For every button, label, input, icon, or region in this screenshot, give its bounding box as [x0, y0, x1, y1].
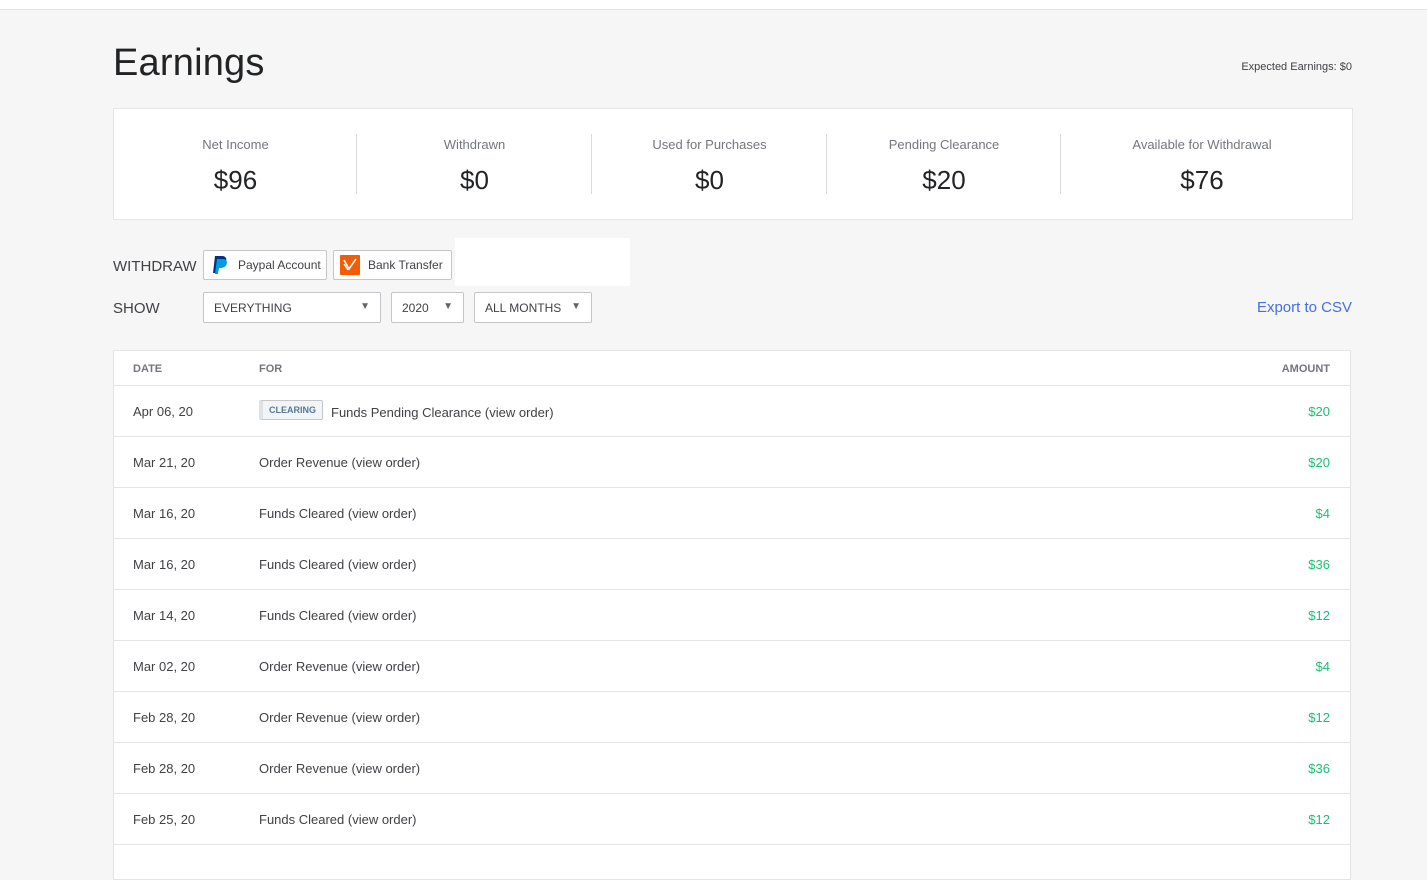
top-divider — [0, 9, 1427, 10]
bank-transfer-button[interactable]: Bank Transfer — [333, 250, 452, 280]
view-order-link[interactable]: Order Revenue (view order) — [259, 761, 420, 776]
table-header: DATE FOR AMOUNT — [114, 351, 1350, 386]
stat-net-income: Net Income $96 — [114, 109, 357, 219]
stat-value: $0 — [695, 165, 724, 195]
chevron-down-icon: ▼ — [360, 301, 370, 312]
table-row: Apr 06, 20 CLEARING Funds Pending Clearanc… — [114, 386, 1350, 437]
blank-panel — [455, 238, 630, 286]
year-filter-select[interactable]: 2020 ▼ — [391, 292, 464, 323]
row-amount: $12 — [1308, 710, 1330, 725]
withdraw-label: WITHDRAW — [113, 258, 197, 275]
stat-label: Pending Clearance — [888, 137, 1000, 152]
stat-available-for-withdrawal: Available for Withdrawal $76 — [1061, 109, 1343, 219]
table-row: Feb 28, 20 Order Revenue (view order) $36 — [114, 743, 1350, 794]
row-amount: $4 — [1315, 506, 1330, 521]
view-order-link[interactable]: Funds Cleared (view order) — [259, 557, 417, 572]
row-description: Funds Cleared (view order) — [259, 812, 417, 827]
table-row: Mar 16, 20 Funds Cleared (view order) $36 — [114, 539, 1350, 590]
expected-earnings: Expected Earnings: $0 — [1241, 61, 1352, 73]
column-header-for: FOR — [259, 363, 283, 375]
table-row: Mar 14, 20 Funds Cleared (view order) $12 — [114, 590, 1350, 641]
table-row: Feb 25, 20 Funds Cleared (view order) $12 — [114, 794, 1350, 845]
row-amount: $12 — [1308, 608, 1330, 623]
view-order-link[interactable]: Funds Cleared (view order) — [259, 812, 417, 827]
month-filter-value: ALL MONTHS — [485, 300, 562, 315]
stat-label: Used for Purchases — [652, 137, 767, 152]
row-amount: $12 — [1308, 812, 1330, 827]
stat-label: Available for Withdrawal — [1132, 137, 1272, 152]
row-date: Feb 28, 20 — [133, 761, 196, 776]
row-amount: $36 — [1308, 761, 1330, 776]
row-description: Order Revenue (view order) — [259, 761, 420, 776]
row-date: Mar 02, 20 — [133, 659, 196, 674]
column-header-amount: AMOUNT — [1281, 363, 1330, 375]
month-filter-select[interactable]: ALL MONTHS ▼ — [474, 292, 592, 323]
earnings-summary: Net Income $96 Withdrawn $0 Used for Pur… — [113, 108, 1353, 220]
row-description: Funds Cleared (view order) — [259, 557, 417, 572]
row-description: Funds Cleared (view order) — [259, 608, 417, 623]
show-label: SHOW — [113, 300, 160, 317]
stat-value: $76 — [1180, 165, 1224, 195]
year-filter-value: 2020 — [402, 300, 429, 315]
chevron-down-icon: ▼ — [443, 301, 453, 312]
row-amount: $4 — [1315, 659, 1330, 674]
page-title: Earnings — [113, 42, 265, 84]
table-row: Mar 02, 20 Order Revenue (view order) $4 — [114, 641, 1350, 692]
row-amount: $20 — [1308, 404, 1330, 419]
bank-transfer-label: Bank Transfer — [368, 258, 443, 272]
row-date: Mar 14, 20 — [133, 608, 196, 623]
column-header-date: DATE — [133, 363, 163, 375]
export-csv-link[interactable]: Export to CSV — [1257, 299, 1352, 316]
paypal-icon — [210, 255, 230, 275]
view-order-link[interactable]: Funds Pending Clearance (view order) — [331, 405, 554, 420]
row-amount: $20 — [1308, 455, 1330, 470]
row-description: Order Revenue (view order) — [259, 455, 420, 470]
stat-value: $96 — [213, 165, 258, 195]
row-date: Feb 28, 20 — [133, 710, 196, 725]
row-date: Mar 21, 20 — [133, 455, 196, 470]
row-amount: $36 — [1308, 557, 1330, 572]
paypal-label: Paypal Account — [238, 258, 321, 272]
table-row: Mar 16, 20 Funds Cleared (view order) $4 — [114, 488, 1350, 539]
stat-value: $20 — [922, 165, 966, 195]
stat-value: $0 — [460, 165, 489, 195]
row-description: Order Revenue (view order) — [259, 710, 420, 725]
view-order-link[interactable]: Funds Cleared (view order) — [259, 506, 417, 521]
table-row: Feb 28, 20 Order Revenue (view order) $12 — [114, 692, 1350, 743]
top-bar — [0, 0, 1427, 9]
view-order-link[interactable]: Funds Cleared (view order) — [259, 608, 417, 623]
view-order-link[interactable]: Order Revenue (view order) — [259, 710, 420, 725]
row-description: Funds Cleared (view order) — [259, 506, 417, 521]
earnings-table: DATE FOR AMOUNT Apr 06, 20 CLEARING Funds … — [113, 350, 1351, 880]
paypal-withdraw-button[interactable]: Paypal Account — [203, 250, 327, 280]
stat-used-for-purchases: Used for Purchases $0 — [592, 109, 827, 219]
view-order-link[interactable]: Order Revenue (view order) — [259, 455, 420, 470]
row-description: CLEARING Funds Pending Clearance (view or… — [259, 400, 554, 420]
row-date: Mar 16, 20 — [133, 557, 196, 572]
chevron-down-icon: ▼ — [571, 301, 581, 312]
stat-label: Net Income — [202, 137, 269, 152]
view-order-link[interactable]: Order Revenue (view order) — [259, 659, 420, 674]
stat-withdrawn: Withdrawn $0 — [357, 109, 592, 219]
row-date: Apr 06, 20 — [133, 404, 193, 419]
row-date: Mar 16, 20 — [133, 506, 196, 521]
table-row: Mar 21, 20 Order Revenue (view order) $20 — [114, 437, 1350, 488]
row-description: Order Revenue (view order) — [259, 659, 420, 674]
type-filter-select[interactable]: EVERYTHING ▼ — [203, 292, 381, 323]
stat-pending-clearance: Pending Clearance $20 — [827, 109, 1061, 219]
type-filter-value: EVERYTHING — [214, 300, 292, 315]
stat-label: Withdrawn — [443, 137, 506, 152]
row-date: Feb 25, 20 — [133, 812, 196, 827]
status-badge: CLEARING — [259, 400, 323, 420]
bank-transfer-icon — [340, 255, 360, 275]
